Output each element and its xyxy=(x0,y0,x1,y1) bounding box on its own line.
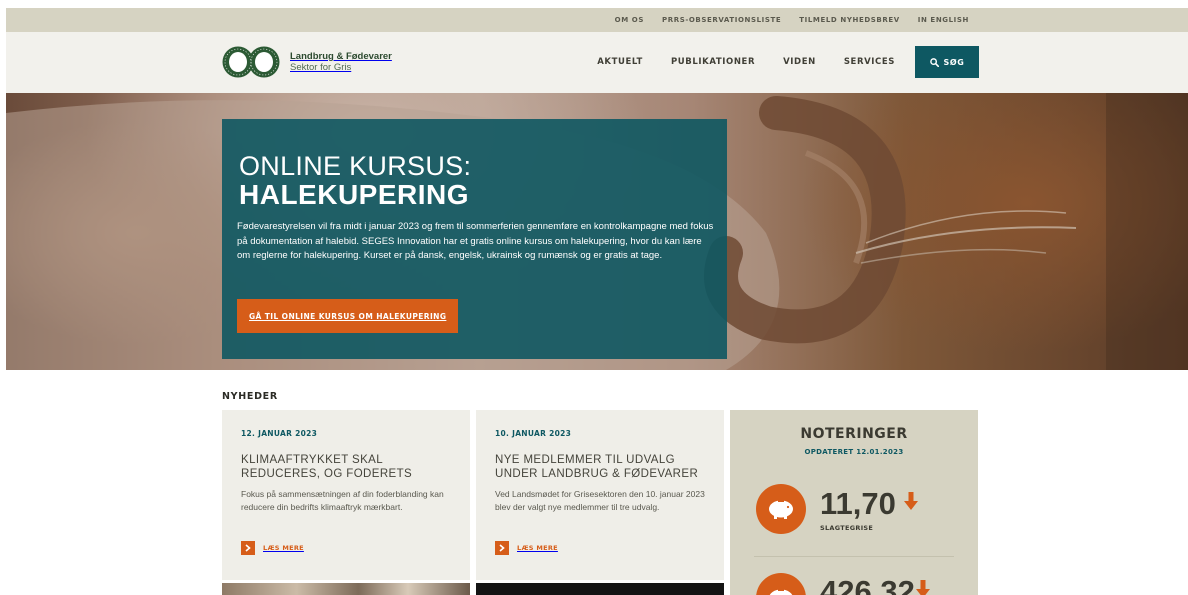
util-link-prrs[interactable]: PRRS-OBSERVATIONSLISTE xyxy=(653,16,790,24)
read-more-label: LÆS MERE xyxy=(263,544,304,552)
arrow-down-icon xyxy=(916,580,930,595)
util-link-english[interactable]: IN ENGLISH xyxy=(909,16,978,24)
utility-bar: OM OS PRRS-OBSERVATIONSLISTE TILMELD NYH… xyxy=(6,8,1188,32)
news-card-date: 12. JANUAR 2023 xyxy=(241,429,318,438)
nav-services[interactable]: SERVICES xyxy=(844,57,895,67)
news-card-image[interactable] xyxy=(222,583,470,595)
noteringer-panel: NOTERINGER OPDATERET 12.01.2023 11,70 SL… xyxy=(730,410,978,595)
divider xyxy=(754,556,954,557)
logo-subtitle: Sektor for Gris xyxy=(290,62,352,73)
util-link-om-os[interactable]: OM OS xyxy=(606,16,653,24)
nav-viden[interactable]: VIDEN xyxy=(783,57,816,67)
site-header: Landbrug & Fødevarer Sektor for Gris AKT… xyxy=(6,32,1188,93)
hero-teaser-box: ONLINE KURSUS: HALEKUPERING Fødevarestyr… xyxy=(222,119,727,359)
nav-aktuelt[interactable]: AKTUELT xyxy=(597,57,643,67)
news-card-image[interactable] xyxy=(476,583,724,595)
chevron-right-icon xyxy=(241,541,255,555)
read-more-link[interactable]: LÆS MERE xyxy=(495,541,558,555)
piggy-bank-icon xyxy=(756,484,806,534)
logo-name: Landbrug & Fødevarer xyxy=(290,51,392,62)
hero-title-line1: ONLINE KURSUS: xyxy=(239,151,472,181)
hero-text: Fødevarestyrelsen vil fra midt i januar … xyxy=(237,221,714,262)
util-link-newsletter[interactable]: TILMELD NYHEDSBREV xyxy=(790,16,908,24)
news-card-text: Ved Landsmødet for Grisesektoren den 10.… xyxy=(495,489,705,512)
chevron-right-icon xyxy=(495,541,509,555)
read-more-label: LÆS MERE xyxy=(517,544,558,552)
arrow-down-icon xyxy=(904,492,918,510)
hero-banner: ONLINE KURSUS: HALEKUPERING Fødevarestyr… xyxy=(6,93,1188,370)
search-button[interactable]: SØG xyxy=(915,46,979,78)
nav-publikationer[interactable]: PUBLIKATIONER xyxy=(671,57,755,67)
news-card-text: Fokus på sammensætningen af din foderbla… xyxy=(241,489,444,512)
news-card[interactable]: 10. JANUAR 2023 NYE MEDLEMMER TIL UDVALG… xyxy=(476,410,724,580)
logo-mark-icon xyxy=(222,46,280,78)
page: OM OS PRRS-OBSERVATIONSLISTE TILMELD NYH… xyxy=(0,0,1188,595)
site-logo[interactable]: Landbrug & Fødevarer Sektor for Gris xyxy=(222,46,392,78)
news-card[interactable]: 12. JANUAR 2023 KLIMAAFTRYKKET SKAL REDU… xyxy=(222,410,470,580)
hero-title-line2: HALEKUPERING xyxy=(239,179,470,210)
news-card-date: 10. JANUAR 2023 xyxy=(495,429,572,438)
main-nav: AKTUELT PUBLIKATIONER VIDEN SERVICES SØG xyxy=(569,46,979,78)
note-label: SLAGTEGRISE xyxy=(820,524,874,532)
search-button-label: SØG xyxy=(943,57,965,67)
news-heading: NYHEDER xyxy=(222,391,278,402)
read-more-link[interactable]: LÆS MERE xyxy=(241,541,304,555)
hero-cta-button[interactable]: GÅ TIL ONLINE KURSUS OM HALEKUPERING xyxy=(237,299,459,333)
piggy-bank-icon xyxy=(756,573,806,595)
noteringer-title: NOTERINGER xyxy=(800,426,908,442)
news-card-title[interactable]: KLIMAAFTRYKKET SKAL REDUCERES, OG FODERE… xyxy=(241,453,461,481)
search-icon xyxy=(929,57,939,67)
note-value: 11,70 xyxy=(820,486,896,521)
note-value: 426,32 xyxy=(820,574,915,595)
utility-nav: OM OS PRRS-OBSERVATIONSLISTE TILMELD NYH… xyxy=(606,8,978,32)
noteringer-updated: OPDATERET 12.01.2023 xyxy=(804,448,904,456)
news-card-title[interactable]: NYE MEDLEMMER TIL UDVALG UNDER LANDBRUG … xyxy=(495,453,715,481)
